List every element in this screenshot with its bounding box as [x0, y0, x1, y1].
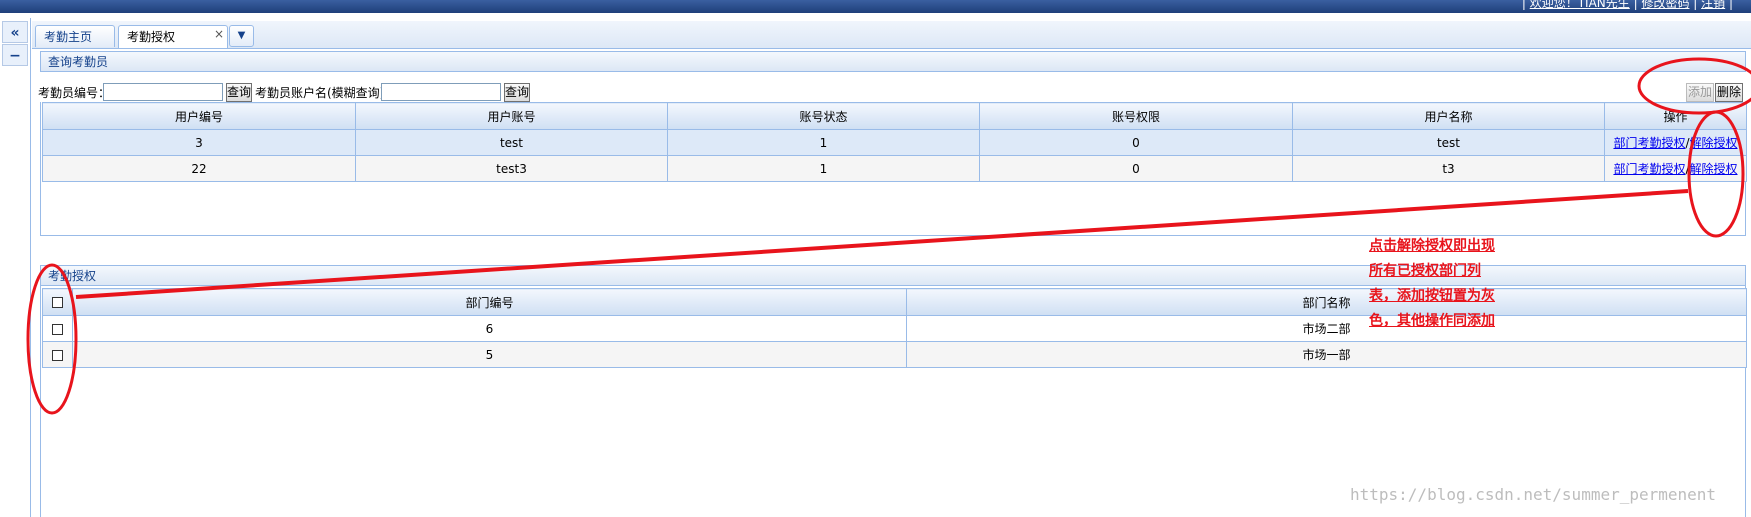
- tab-home-label: 考勤主页: [44, 30, 93, 44]
- collapse-sidebar-icon[interactable]: «: [2, 21, 28, 43]
- cell-dept-name: 市场一部: [906, 341, 1747, 368]
- cell-user-account: test3: [355, 155, 668, 182]
- col-account-status[interactable]: 账号状态: [667, 102, 980, 130]
- revoke-auth-link[interactable]: 解除授权: [1690, 162, 1738, 176]
- col-user-account[interactable]: 用户账号: [355, 102, 668, 130]
- table-row[interactable]: 3 test 1 0 test 部门考勤授权/解除授权: [42, 129, 1747, 156]
- row-checkbox[interactable]: [52, 349, 63, 361]
- revoke-auth-link[interactable]: 解除授权: [1690, 136, 1738, 150]
- close-icon[interactable]: ×: [214, 23, 224, 45]
- col-dept-name[interactable]: 部门名称: [906, 288, 1747, 316]
- watermark: https://blog.csdn.net/summer_permenent: [1350, 485, 1717, 504]
- header-links: | 欢迎您！TIAN先生 | 修改密码 | 注销 |: [1522, 0, 1733, 10]
- minus-icon[interactable]: −: [2, 44, 28, 66]
- cell-operation: 部门考勤授权/解除授权: [1604, 129, 1747, 156]
- cell-dept-id: 6: [72, 315, 907, 342]
- cell-account-permission: 0: [979, 129, 1293, 156]
- welcome-link[interactable]: 欢迎您！TIAN先生: [1530, 0, 1630, 10]
- table-row[interactable]: 22 test3 1 0 t3 部门考勤授权/解除授权: [42, 155, 1747, 182]
- dept-auth-link[interactable]: 部门考勤授权: [1613, 136, 1685, 150]
- annotation-note: 点击解除授权即出现 所有已授权部门列 表，添加按钮置为灰 色，其他操作同添加: [1369, 234, 1495, 334]
- row-select-cell: [42, 341, 73, 368]
- cell-dept-id: 5: [72, 341, 907, 368]
- cell-operation: 部门考勤授权/解除授权: [1604, 155, 1747, 182]
- col-account-permission[interactable]: 账号权限: [979, 102, 1293, 130]
- query-panel-title: 查询考勤员: [40, 51, 1746, 72]
- account-name-label: 考勤员账户名(模糊查询)：: [255, 86, 397, 100]
- tab-home[interactable]: 考勤主页: [35, 25, 115, 47]
- query-button-1[interactable]: 查询: [226, 83, 252, 102]
- cell-user-id: 22: [42, 155, 356, 182]
- table-row[interactable]: 5 市场一部: [42, 341, 1747, 368]
- row-checkbox[interactable]: [52, 323, 63, 335]
- user-table: 用户编号 用户账号 账号状态 账号权限 用户名称 操作 3 test 1 0 t…: [42, 102, 1747, 182]
- annotation-line-3: 表，添加按钮置为灰: [1369, 288, 1495, 304]
- add-button[interactable]: 添加: [1686, 83, 1714, 102]
- select-all-cell: [42, 288, 73, 316]
- annotation-line-4: 色，其他操作同添加: [1369, 313, 1495, 329]
- tab-attendance-auth[interactable]: 考勤授权 ×: [118, 25, 228, 48]
- chevron-down-icon[interactable]: ▼: [229, 25, 254, 47]
- top-bar: | 欢迎您！TIAN先生 | 修改密码 | 注销 |: [0, 0, 1751, 13]
- cell-account-status: 1: [667, 129, 980, 156]
- cell-user-id: 3: [42, 129, 356, 156]
- col-user-name[interactable]: 用户名称: [1292, 102, 1605, 130]
- tab-strip: 考勤主页 考勤授权 × ▼: [32, 21, 1751, 49]
- account-name-input[interactable]: [381, 83, 501, 101]
- cell-dept-name: 市场二部: [906, 315, 1747, 342]
- cell-user-account: test: [355, 129, 668, 156]
- annotation-line-1: 点击解除授权即出现: [1369, 238, 1495, 254]
- cell-account-permission: 0: [979, 155, 1293, 182]
- tab-attendance-auth-label: 考勤授权: [127, 30, 176, 44]
- cell-account-status: 1: [667, 155, 980, 182]
- cell-user-name: t3: [1292, 155, 1605, 182]
- left-sidebar: « −: [0, 18, 31, 517]
- col-dept-id[interactable]: 部门编号: [72, 288, 907, 316]
- query-toolbar: 考勤员编号： 查询 考勤员账户名(模糊查询)： 查询 添加 删除: [38, 81, 1746, 103]
- change-password-link[interactable]: 修改密码: [1641, 0, 1689, 10]
- annotation-line-2: 所有已授权部门列: [1369, 263, 1481, 279]
- cell-user-name: test: [1292, 129, 1605, 156]
- row-select-cell: [42, 315, 73, 342]
- delete-button[interactable]: 删除: [1715, 83, 1743, 102]
- user-table-header: 用户编号 用户账号 账号状态 账号权限 用户名称 操作: [42, 102, 1747, 130]
- dept-auth-link[interactable]: 部门考勤授权: [1613, 162, 1685, 176]
- query-button-2[interactable]: 查询: [504, 83, 530, 102]
- col-operation[interactable]: 操作: [1604, 102, 1747, 130]
- logout-link[interactable]: 注销: [1701, 0, 1725, 10]
- select-all-checkbox[interactable]: [52, 297, 63, 308]
- attendant-id-label: 考勤员编号：: [38, 86, 111, 100]
- col-user-id[interactable]: 用户编号: [42, 102, 356, 130]
- attendant-id-input[interactable]: [103, 83, 223, 101]
